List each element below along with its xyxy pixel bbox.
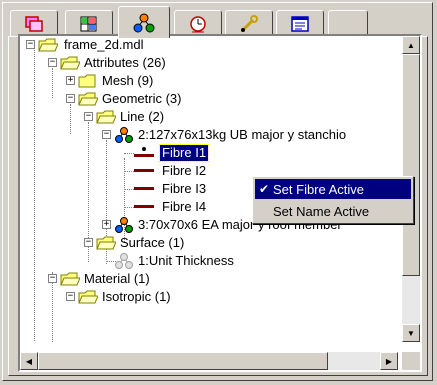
menu-item-label: Set Fibre Active (273, 181, 365, 197)
tree-item-label[interactable]: frame_2d.mdl (62, 37, 145, 53)
context-menu: ✔ Set Fibre Active Set Name Active (252, 176, 414, 224)
tree-item-label[interactable]: Fibre I4 (160, 199, 208, 215)
folder-open-icon (60, 55, 81, 74)
expand-icon[interactable]: + (102, 220, 111, 229)
collapse-icon[interactable]: − (66, 94, 75, 103)
scroll-up-button[interactable]: ▲ (402, 36, 420, 54)
grid-icon (80, 16, 97, 31)
menu-item-set-name-active[interactable]: Set Name Active (255, 201, 411, 221)
horizontal-scrollbar[interactable]: ◀ ▶ (20, 352, 398, 370)
tree-item-label[interactable]: Material (1) (82, 271, 152, 287)
collapse-icon[interactable]: − (48, 58, 57, 67)
tree-item-label[interactable]: Fibre I2 (160, 163, 208, 179)
attribute-disabled-icon (114, 252, 134, 273)
collapse-icon[interactable]: − (26, 40, 35, 49)
tab-empty[interactable] (328, 10, 368, 36)
menu-item-set-fibre-active[interactable]: ✔ Set Fibre Active (255, 179, 411, 199)
form-icon (291, 15, 309, 32)
folder-open-icon (60, 271, 81, 290)
fibre-icon (134, 205, 154, 208)
attribute-icon (114, 126, 134, 147)
collapse-icon[interactable]: − (84, 112, 93, 121)
horizontal-scroll-thumb[interactable] (38, 352, 328, 370)
attribute-icon (114, 216, 134, 237)
folder-open-icon (78, 91, 99, 110)
menu-item-label: Set Name Active (273, 203, 370, 219)
tree-item-label[interactable]: 1:Unit Thickness (136, 253, 236, 269)
tree-line (70, 104, 71, 134)
wrench-icon (241, 14, 258, 32)
tree-item-label[interactable]: Fibre I3 (160, 181, 208, 197)
clock-icon (190, 15, 206, 32)
tree-item-label[interactable]: Attributes (26) (82, 55, 168, 71)
folder-icon (78, 73, 98, 92)
collapse-icon[interactable]: − (66, 292, 75, 301)
scroll-right-button[interactable]: ▶ (380, 352, 398, 370)
fibre-active-icon (132, 145, 156, 164)
expand-icon[interactable]: + (66, 76, 75, 85)
tab-hierarchy[interactable] (118, 6, 170, 38)
tree-line (34, 50, 35, 342)
tab-clock[interactable] (174, 10, 222, 36)
fibre-icon (134, 169, 154, 172)
tree-item-label[interactable]: Surface (1) (118, 235, 186, 251)
collapse-icon[interactable]: − (48, 274, 57, 283)
tab-form[interactable] (276, 10, 324, 36)
folder-open-icon (38, 37, 59, 56)
tab-grid[interactable] (65, 10, 113, 36)
fibre-icon (134, 187, 154, 190)
folder-open-icon (96, 109, 117, 128)
tree-line (52, 68, 53, 98)
folder-open-icon (78, 289, 99, 308)
hierarchy-icon (133, 13, 155, 32)
tab-wrench[interactable] (225, 10, 273, 36)
scrollbar-corner (402, 352, 420, 370)
tree-item-label[interactable]: 2:127x76x13kg UB major y stanchio (136, 127, 348, 143)
scroll-left-button[interactable]: ◀ (20, 352, 38, 370)
vertical-scroll-thumb[interactable] (402, 54, 420, 276)
collapse-icon[interactable]: − (84, 238, 93, 247)
collapse-icon[interactable]: − (102, 130, 111, 139)
tab-windows[interactable] (10, 10, 58, 36)
tree-item-label[interactable]: Fibre I1 (158, 144, 210, 162)
tree-item-label[interactable]: Line (2) (118, 109, 166, 125)
windows-icon (25, 15, 43, 32)
check-icon: ✔ (258, 182, 270, 196)
tree-item-label[interactable]: Isotropic (1) (100, 289, 173, 305)
tree-item-label[interactable]: Geometric (3) (100, 91, 183, 107)
folder-open-icon (96, 235, 117, 254)
tree-item-label[interactable]: Mesh (9) (100, 73, 155, 89)
scroll-down-button[interactable]: ▼ (402, 324, 420, 342)
